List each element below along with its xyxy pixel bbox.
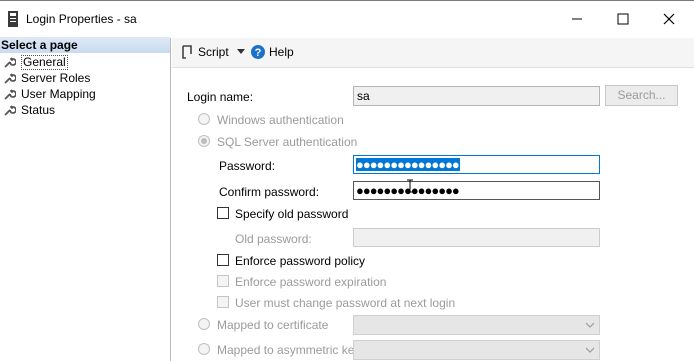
windows-auth-radio[interactable]	[198, 113, 210, 125]
chevron-down-icon	[586, 322, 594, 328]
page-item-status[interactable]: Status	[4, 102, 55, 118]
login-name-field[interactable]: sa	[353, 86, 600, 106]
confirm-password-field[interactable]: ●●●●●●●●●●●●●●●	[353, 181, 600, 200]
confirm-password-label: Confirm password:	[219, 185, 320, 199]
script-label: Script	[198, 45, 229, 59]
must-change-label: User must change password at next login	[235, 296, 456, 310]
page-item-server-roles[interactable]: Server Roles	[4, 70, 90, 86]
sql-auth-label: SQL Server authentication	[217, 135, 358, 149]
mapped-certificate-label: Mapped to certificate	[217, 318, 329, 332]
wrench-icon	[4, 105, 16, 116]
specify-old-password-label: Specify old password	[235, 207, 349, 221]
enforce-policy-label: Enforce password policy	[235, 254, 366, 268]
select-page-header: Select a page	[0, 37, 170, 53]
mapped-certificate-radio[interactable]	[198, 318, 210, 330]
help-button[interactable]: ? Help	[251, 44, 294, 60]
maximize-icon	[617, 13, 629, 25]
enforce-expiration-label: Enforce password expiration	[235, 275, 387, 289]
enforce-policy-checkbox[interactable]	[217, 254, 229, 266]
app-icon	[8, 11, 18, 27]
windows-auth-label: Windows authentication	[217, 113, 344, 127]
wrench-icon	[4, 89, 16, 100]
page-item-label: Status	[21, 103, 56, 117]
login-name-label: Login name:	[187, 90, 254, 104]
page-item-user-mapping[interactable]: User Mapping	[4, 86, 96, 102]
password-value: ●●●●●●●●●●●●●●●	[356, 157, 460, 172]
svg-text:?: ?	[255, 47, 262, 59]
must-change-checkbox[interactable]	[217, 296, 229, 308]
minimize-button[interactable]	[554, 0, 600, 38]
sql-auth-radio[interactable]	[198, 135, 210, 147]
page-item-label: General	[21, 54, 68, 70]
enforce-expiration-checkbox[interactable]	[217, 275, 229, 287]
script-icon	[182, 45, 192, 59]
script-button[interactable]: Script	[180, 44, 245, 60]
wrench-icon	[4, 57, 16, 68]
specify-old-password-checkbox[interactable]	[217, 207, 229, 219]
login-name-value: sa	[357, 89, 370, 103]
chevron-down-icon	[586, 347, 594, 353]
minimize-icon	[572, 18, 582, 20]
search-button[interactable]: Search...	[605, 85, 678, 106]
help-label: Help	[269, 45, 294, 59]
certificate-dropdown[interactable]	[353, 315, 600, 335]
mapped-asym-key-label: Mapped to asymmetric key	[217, 343, 361, 357]
close-button[interactable]	[646, 0, 692, 38]
page-item-label: Server Roles	[21, 71, 91, 85]
asymmetric-key-dropdown[interactable]	[353, 340, 600, 360]
wrench-icon	[4, 73, 16, 84]
old-password-label: Old password:	[235, 232, 312, 246]
password-field[interactable]: ●●●●●●●●●●●●●●●	[353, 155, 600, 174]
page-item-label: User Mapping	[21, 87, 96, 101]
text-cursor-icon	[407, 179, 413, 193]
page-item-general[interactable]: General	[4, 54, 68, 70]
old-password-field[interactable]	[353, 228, 600, 247]
window-title: Login Properties - sa	[26, 12, 137, 26]
help-icon: ?	[251, 45, 265, 59]
mapped-asym-key-radio[interactable]	[198, 343, 210, 355]
password-label: Password:	[219, 159, 276, 173]
close-icon	[663, 13, 675, 25]
maximize-button[interactable]	[600, 0, 646, 38]
chevron-down-icon	[236, 49, 245, 54]
